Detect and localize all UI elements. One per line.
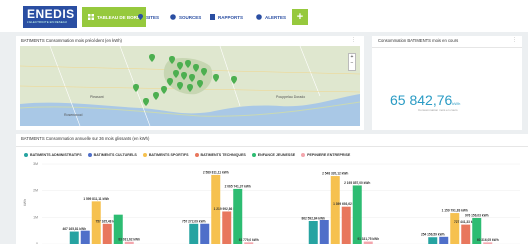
nav-tableau-de-bord[interactable]: TABLEAU DE BORD xyxy=(82,7,147,27)
kpi-card xyxy=(372,36,522,130)
data-label: 61 779,0 kWh xyxy=(239,238,259,242)
y-tick-label: 1M xyxy=(33,215,38,219)
data-label: 976 156,03 kWh xyxy=(465,213,489,217)
data-label: 91 331,75 kWh xyxy=(357,237,379,241)
data-label: 254 156,59 kWh xyxy=(421,233,445,237)
data-label: 1 159 791,83 kWh xyxy=(442,209,468,213)
y-tick-label: 3M xyxy=(33,162,38,166)
nav-alertes[interactable]: ALERTES xyxy=(256,7,286,27)
bar[interactable] xyxy=(341,206,351,244)
data-label: 467 165,81 kWh xyxy=(62,227,86,231)
bar[interactable] xyxy=(80,230,90,244)
data-label: 2 548 320,12 kWh xyxy=(322,172,348,176)
legend-swatch xyxy=(194,153,199,157)
kpi-divider xyxy=(372,47,522,48)
nav-label: TABLEAU DE BORD xyxy=(97,14,141,20)
kpi-subtitle: Consommation mois en cours xyxy=(418,108,458,112)
legend-swatch xyxy=(301,153,306,157)
bar[interactable] xyxy=(233,188,243,244)
nav-rapports[interactable]: RAPPORTS xyxy=(210,7,243,27)
grid-icon xyxy=(88,14,94,20)
bar[interactable] xyxy=(308,220,318,244)
legend-item[interactable]: BATIMENTS TECHNIQUES xyxy=(194,153,246,157)
add-button[interactable]: + xyxy=(292,9,308,25)
data-label: 862 592,84 kWh xyxy=(301,216,325,220)
legend-swatch xyxy=(251,153,256,157)
bar[interactable] xyxy=(352,185,362,244)
map-pin-icon xyxy=(138,14,143,20)
kpi-number: 65 842,76 xyxy=(390,92,453,108)
document-icon xyxy=(210,14,215,20)
kpi-unit: kWh xyxy=(452,101,461,106)
bar-chart: 01M2M3MkWh467 165,81 kWh1 599 811,11 kWh… xyxy=(23,162,520,244)
data-label: 2 065 741,37 kWh xyxy=(225,184,251,188)
legend-item[interactable]: BATIMENTS SPORTIFS xyxy=(142,153,189,157)
kpi-card-title: Consommation BATIMENTS mois en cours xyxy=(378,38,459,43)
map-place-label: Pouppelau Dorado xyxy=(276,95,305,99)
logo-subtitle: L'ELECTRICITE EN RESEAU xyxy=(27,20,67,24)
data-label: 757 272,09 kWh xyxy=(182,219,206,223)
map-place-label: Pleasant xyxy=(90,95,104,99)
zoom-out-button[interactable]: − xyxy=(349,60,355,66)
bar[interactable] xyxy=(102,223,112,244)
legend-item[interactable]: BATIMENTS CULTURELS xyxy=(87,153,137,157)
data-label: 60 316,05 kWh xyxy=(477,238,499,242)
map-canvas: Pleasant Rosenwood Pouppelau Dorado xyxy=(20,46,360,126)
kpi-card-menu[interactable]: ⋮ xyxy=(512,37,517,43)
bar[interactable] xyxy=(319,220,329,244)
map-card-menu[interactable]: ⋮ xyxy=(351,37,356,43)
chart-card-title: BATIMENTS Consommation annuelle sur 36 m… xyxy=(21,136,150,141)
bar[interactable] xyxy=(200,223,210,244)
legend-label: ENFANCE JEUNESSE xyxy=(257,153,296,157)
kpi-value: 65 842,76kWh xyxy=(390,92,460,108)
nav-label: ALERTES xyxy=(265,14,287,20)
bar[interactable] xyxy=(439,236,449,244)
chart-legend: BATIMENTS ADMINISTRATIFS BATIMENTS CULTUR… xyxy=(24,153,350,157)
bar[interactable] xyxy=(189,223,199,244)
map-place-label: Rosenwood xyxy=(64,113,83,117)
legend-label: BATIMENTS TECHNIQUES xyxy=(200,153,246,157)
top-bar: ENEDIS L'ELECTRICITE EN RESEAU TABLEAU D… xyxy=(0,0,528,32)
bar[interactable] xyxy=(222,211,232,244)
bar[interactable] xyxy=(330,176,340,244)
legend-item[interactable]: PEPINIERE ENTREPRISE xyxy=(301,153,350,157)
legend-item[interactable]: ENFANCE JEUNESSE xyxy=(251,153,296,157)
nav-label: SITES xyxy=(146,14,160,20)
legend-swatch xyxy=(24,153,28,157)
data-label: 1 599 811,11 kWh xyxy=(83,197,109,201)
nav-sites[interactable]: SITES xyxy=(138,7,159,27)
data-label: 2 195 857,00 kWh xyxy=(344,181,370,185)
legend-label: BATIMENTS CULTURELS xyxy=(93,153,137,157)
bar[interactable] xyxy=(450,213,460,244)
chart-divider xyxy=(16,146,528,147)
enedis-logo[interactable]: ENEDIS L'ELECTRICITE EN RESEAU xyxy=(23,6,77,28)
legend-item[interactable]: BATIMENTS ADMINISTRATIFS xyxy=(24,153,82,157)
legend-label: BATIMENTS ADMINISTRATIFS xyxy=(30,153,82,157)
nav-sources[interactable]: SOURCES xyxy=(170,7,201,27)
nav-label: RAPPORTS xyxy=(218,14,244,20)
map-card-title: BATIMENTS Consommation mois précédent (e… xyxy=(21,38,122,43)
map-view[interactable]: Pleasant Rosenwood Pouppelau Dorado xyxy=(20,46,360,126)
y-axis-label: kWh xyxy=(23,199,27,206)
logo-text: ENEDIS xyxy=(27,7,75,21)
sources-icon xyxy=(170,14,176,20)
legend-label: BATIMENTS SPORTIFS xyxy=(148,153,189,157)
legend-swatch xyxy=(87,153,92,157)
bar[interactable] xyxy=(428,237,438,244)
map-zoom-control[interactable]: + − xyxy=(348,53,356,71)
bar[interactable] xyxy=(461,224,471,244)
bell-icon xyxy=(256,14,262,20)
data-label: 2 589 811,11 kWh xyxy=(203,170,229,174)
bar[interactable] xyxy=(69,231,79,244)
legend-swatch xyxy=(142,153,147,157)
y-tick-label: 2M xyxy=(33,189,38,193)
nav-label: SOURCES xyxy=(179,14,202,20)
legend-label: PEPINIERE ENTREPRISE xyxy=(307,153,351,157)
data-label: 83 031,62 kWh xyxy=(118,237,140,241)
